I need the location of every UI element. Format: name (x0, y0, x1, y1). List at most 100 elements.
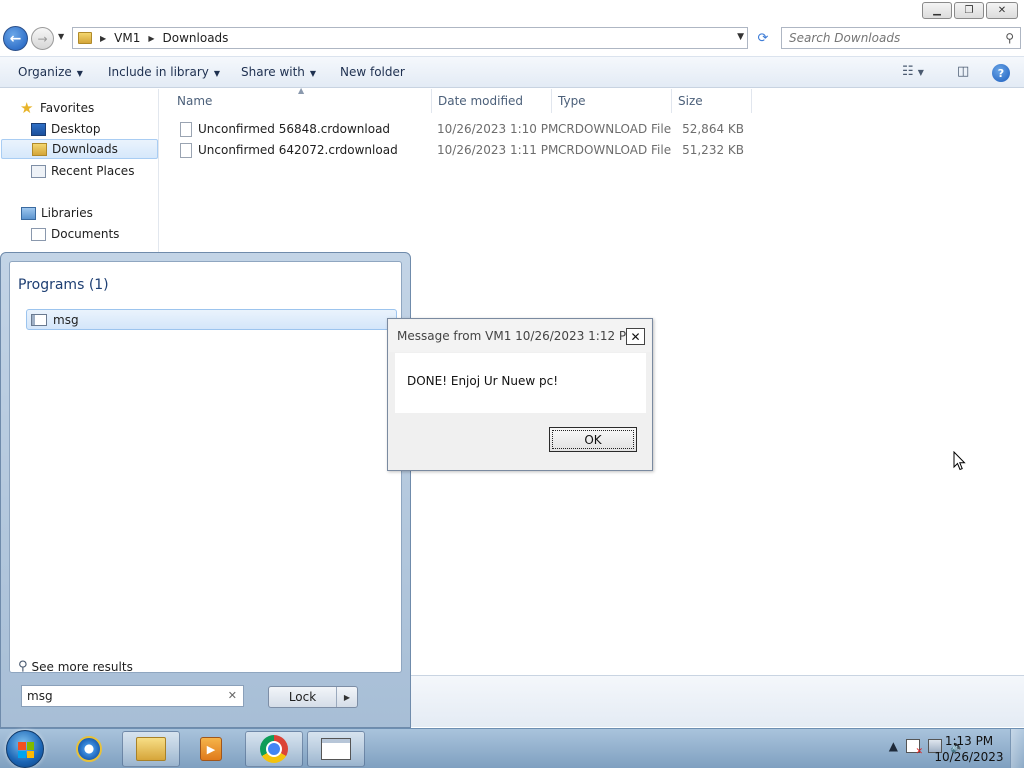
restore-button[interactable]: ❐ (954, 2, 984, 19)
ok-button[interactable]: OK (549, 427, 637, 452)
programs-header[interactable]: Programs (1) (18, 277, 109, 293)
documents-icon (31, 227, 46, 241)
preview-pane-icon[interactable]: ◫ (957, 64, 969, 79)
chevron-right-icon[interactable]: ▶ (148, 34, 154, 43)
search-icon: ⚲ (18, 659, 28, 674)
start-menu-results-panel: Programs (1) msg ⚲ See more results (9, 261, 402, 674)
dialog-title: Message from VM1 10/26/2023 1:12 PM (397, 329, 637, 343)
chevron-down-icon: ▼ (309, 69, 317, 78)
address-history-dropdown[interactable]: ▼ (737, 32, 744, 42)
file-name: Unconfirmed 642072.crdownload (198, 143, 398, 157)
change-view-icon[interactable]: ☷ ▼ (902, 64, 924, 79)
breadcrumb-vm1[interactable]: VM1 (114, 31, 140, 45)
refresh-icon[interactable]: ⟳ (752, 28, 774, 48)
column-name-label: Name (177, 94, 213, 108)
windows-logo-icon (18, 742, 34, 758)
nav-favorites[interactable]: ★ Favorites (0, 98, 157, 118)
file-row[interactable]: Unconfirmed 56848.crdownload 10/26/2023 … (160, 119, 760, 140)
column-header-date-modified[interactable]: Date modified (432, 89, 552, 113)
start-search-box[interactable]: ✕ (21, 685, 244, 707)
organize-button[interactable]: Organize ▼ (18, 65, 83, 79)
shutdown-options-arrow[interactable]: ▶ (337, 687, 357, 707)
chevron-down-icon: ▼ (213, 69, 221, 78)
window-titlebar: ▁ ❐ ✕ (0, 0, 1024, 24)
start-button[interactable] (6, 730, 44, 768)
taskbar-windows-explorer[interactable] (122, 731, 180, 767)
share-with-label: Share with (241, 65, 305, 79)
breadcrumb-downloads[interactable]: Downloads (163, 31, 229, 45)
dialog-close-button[interactable]: ✕ (626, 328, 645, 345)
search-result-msg[interactable]: msg (26, 309, 397, 330)
file-name: Unconfirmed 56848.crdownload (198, 122, 391, 136)
navigation-pane: ★ Favorites Desktop Downloads Recent Pla… (0, 89, 159, 259)
dialog-titlebar[interactable]: Message from VM1 10/26/2023 1:12 PM ✕ (389, 320, 651, 352)
nav-recent-places[interactable]: Recent Places (0, 161, 157, 181)
dialog-message: DONE! Enjoj Ur Nuew pc! (407, 374, 559, 388)
nav-recent-places-label: Recent Places (51, 164, 135, 178)
start-search-input[interactable] (27, 689, 217, 703)
nav-downloads[interactable]: Downloads (1, 139, 158, 159)
search-input[interactable] (789, 31, 999, 45)
search-box[interactable]: ⚲ (781, 27, 1021, 49)
file-icon (180, 122, 192, 137)
file-size: 51,232 KB (682, 143, 744, 157)
include-in-library-button[interactable]: Include in library ▼ (108, 65, 220, 79)
share-with-button[interactable]: Share with ▼ (241, 65, 316, 79)
clear-search-icon[interactable]: ✕ (228, 689, 237, 702)
system-clock[interactable]: 1:13 PM 10/26/2023 (934, 733, 1004, 765)
file-type: CRDOWNLOAD File (558, 143, 672, 157)
taskbar-chrome[interactable] (245, 731, 303, 767)
nav-desktop[interactable]: Desktop (0, 119, 157, 139)
new-folder-button[interactable]: New folder (340, 65, 405, 79)
nav-favorites-label: Favorites (40, 101, 95, 115)
program-icon (31, 313, 47, 326)
search-icon[interactable]: ⚲ (1005, 31, 1014, 45)
taskbar-internet-explorer[interactable] (60, 731, 118, 767)
column-header-type[interactable]: Type (552, 89, 672, 113)
nav-documents[interactable]: Documents (0, 224, 157, 244)
lock-button-group: Lock ▶ (268, 686, 358, 708)
include-in-library-label: Include in library (108, 65, 209, 79)
libraries-icon (21, 206, 36, 220)
show-hidden-icons-arrow[interactable]: ▲ (889, 739, 898, 753)
show-desktop-button[interactable] (1010, 729, 1024, 768)
desktop-icon (31, 122, 46, 136)
file-type: CRDOWNLOAD File (558, 122, 672, 136)
nav-libraries[interactable]: Libraries (0, 203, 157, 223)
file-date: 10/26/2023 1:11 PM (437, 143, 559, 157)
file-row[interactable]: Unconfirmed 642072.crdownload 10/26/2023… (160, 140, 760, 161)
minimize-button[interactable]: ▁ (922, 2, 952, 19)
program-window-icon (321, 738, 351, 760)
action-center-icon[interactable] (906, 739, 923, 757)
close-window-button[interactable]: ✕ (986, 2, 1018, 19)
downloads-folder-icon (32, 142, 47, 156)
lock-button[interactable]: Lock (269, 687, 337, 707)
chrome-icon (260, 735, 288, 763)
search-result-label: msg (53, 312, 79, 327)
back-button[interactable]: ← (3, 26, 28, 51)
star-icon: ★ (20, 98, 34, 117)
forward-button[interactable]: → (31, 27, 54, 50)
nav-desktop-label: Desktop (51, 122, 101, 136)
folder-icon (78, 32, 92, 44)
nav-documents-label: Documents (51, 227, 120, 241)
nav-downloads-label: Downloads (52, 142, 118, 156)
address-bar-row: ← → ▼ ▶ VM1 ▶ Downloads ▼ ⟳ ⚲ (0, 24, 1024, 54)
taskbar-msg-window[interactable] (307, 731, 365, 767)
file-date: 10/26/2023 1:10 PM (437, 122, 559, 136)
address-field[interactable]: ▶ VM1 ▶ Downloads ▼ (72, 27, 748, 49)
details-pane (410, 675, 1024, 727)
media-player-icon: ▶ (200, 737, 222, 761)
chevron-right-icon[interactable]: ▶ (100, 34, 106, 43)
help-icon[interactable]: ? (992, 64, 1010, 82)
nav-libraries-label: Libraries (41, 206, 93, 220)
column-header-size[interactable]: Size (672, 89, 752, 113)
file-icon (180, 143, 192, 158)
sort-ascending-icon: ▲ (298, 86, 305, 95)
taskbar-media-player[interactable]: ▶ (182, 731, 240, 767)
column-header-name[interactable]: ▲ Name (160, 86, 432, 113)
internet-explorer-icon (76, 736, 102, 762)
see-more-results-link[interactable]: ⚲ See more results (18, 659, 133, 674)
recent-pages-dropdown[interactable]: ▼ (58, 32, 64, 41)
clock-time: 1:13 PM (944, 734, 994, 748)
